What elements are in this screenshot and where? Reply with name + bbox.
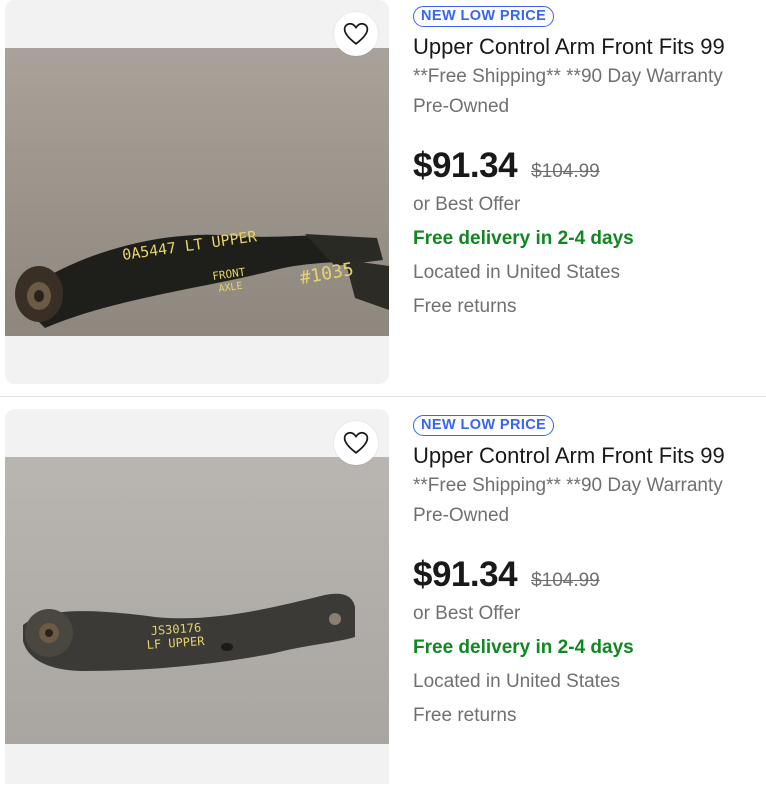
heart-outline-icon — [343, 431, 369, 454]
delivery-text: Free delivery in 2-4 days — [413, 228, 634, 249]
watch-button[interactable] — [334, 12, 378, 56]
location-text: Located in United States — [413, 671, 621, 692]
original-price: $104.99 — [531, 570, 600, 591]
listing-card[interactable]: JS30176 LF UPPER NEW LOW PRICE Upper Con… — [0, 409, 766, 809]
listing-title[interactable]: Upper Control Arm Front Fits 99 — [413, 442, 766, 470]
listing-condition: Pre-Owned — [413, 505, 510, 526]
price-row: $91.34 $104.99 — [413, 555, 766, 595]
listing-card[interactable]: 0A5447 LT UPPER FRONT AXLE #1035 NEW LOW… — [0, 0, 766, 400]
control-arm-photo: JS30176 LF UPPER — [5, 457, 389, 744]
original-price: $104.99 — [531, 161, 600, 182]
heart-outline-icon — [343, 22, 369, 45]
watch-button[interactable] — [334, 421, 378, 465]
best-offer-text: or Best Offer — [413, 603, 521, 624]
listing-subtitle: **Free Shipping** **90 Day Warranty — [413, 66, 723, 87]
listing-price: $91.34 — [413, 555, 518, 594]
returns-text: Free returns — [413, 705, 517, 726]
listing-divider — [0, 396, 766, 397]
best-offer-text: or Best Offer — [413, 194, 521, 215]
listing-photo[interactable]: 0A5447 LT UPPER FRONT AXLE #1035 — [5, 48, 389, 336]
location-text: Located in United States — [413, 262, 621, 283]
listing-photo[interactable]: JS30176 LF UPPER — [5, 457, 389, 744]
returns-text: Free returns — [413, 296, 517, 317]
listing-info: NEW LOW PRICE Upper Control Arm Front Fi… — [413, 6, 766, 320]
listing-subtitle: **Free Shipping** **90 Day Warranty — [413, 475, 723, 496]
listing-info: NEW LOW PRICE Upper Control Arm Front Fi… — [413, 415, 766, 729]
delivery-text: Free delivery in 2-4 days — [413, 637, 634, 658]
listing-price: $91.34 — [413, 146, 518, 185]
listing-condition: Pre-Owned — [413, 96, 510, 117]
new-low-price-badge: NEW LOW PRICE — [413, 415, 555, 436]
control-arm-photo: 0A5447 LT UPPER FRONT AXLE #1035 — [5, 48, 389, 336]
new-low-price-badge: NEW LOW PRICE — [413, 6, 555, 27]
price-row: $91.34 $104.99 — [413, 146, 766, 186]
listing-title[interactable]: Upper Control Arm Front Fits 99 — [413, 33, 766, 61]
listing-image-card[interactable]: JS30176 LF UPPER — [5, 409, 389, 784]
listing-image-card[interactable]: 0A5447 LT UPPER FRONT AXLE #1035 — [5, 0, 389, 384]
